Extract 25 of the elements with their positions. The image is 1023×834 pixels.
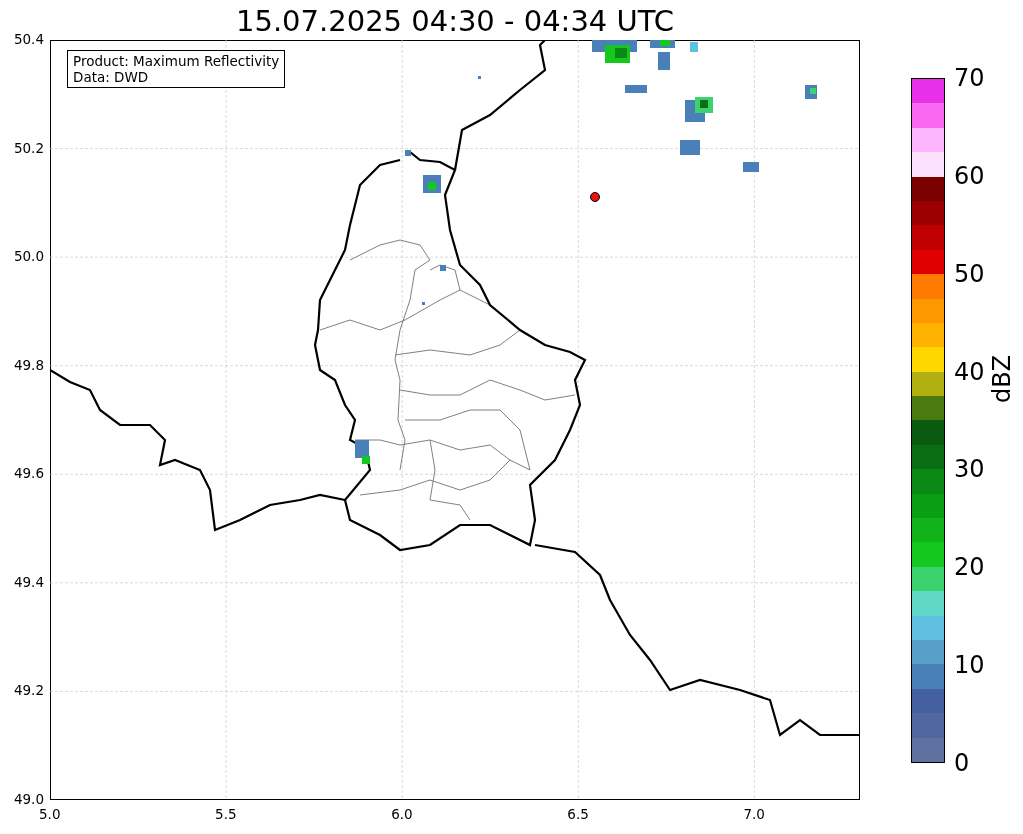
colorbar-tick-label: 50 [954, 261, 985, 286]
x-tick-label: 6.0 [391, 806, 413, 822]
legend-text: Product: Maximum Reflectivity [73, 53, 280, 69]
y-tick-label: 49.8 [13, 356, 44, 373]
colorbar-tick-label: 20 [954, 555, 985, 580]
colorbar-tick-label: 0 [954, 751, 970, 775]
legend-text: Data: DWD [73, 69, 150, 85]
colorbar-tick-label: 70 [954, 66, 985, 90]
y-tick-label: 50.0 [13, 248, 44, 265]
y-tick-label: 49.2 [13, 682, 44, 699]
y-tick-label: 49.4 [13, 573, 44, 590]
colorbar-tick-label: 10 [954, 653, 985, 678]
y-tick-label: 50.4 [13, 31, 44, 47]
y-tick-label: 49.0 [13, 791, 44, 807]
chart-title: 15.07.2025 04:30 - 04:34 UTC [235, 4, 675, 38]
x-tick-label: 7.0 [743, 806, 765, 822]
colorbar-label: dBZ [988, 354, 1016, 403]
y-tick-label: 50.2 [13, 139, 44, 156]
colorbar-tick-label: 30 [954, 457, 985, 482]
x-tick-label: 5.5 [215, 806, 237, 822]
colorbar-tick-label: 60 [954, 163, 985, 188]
x-tick-label: 5.0 [39, 806, 61, 822]
colorbar-tick-label: 40 [954, 359, 985, 384]
y-tick-label: 49.6 [13, 465, 44, 482]
x-tick-label: 6.5 [567, 806, 589, 822]
